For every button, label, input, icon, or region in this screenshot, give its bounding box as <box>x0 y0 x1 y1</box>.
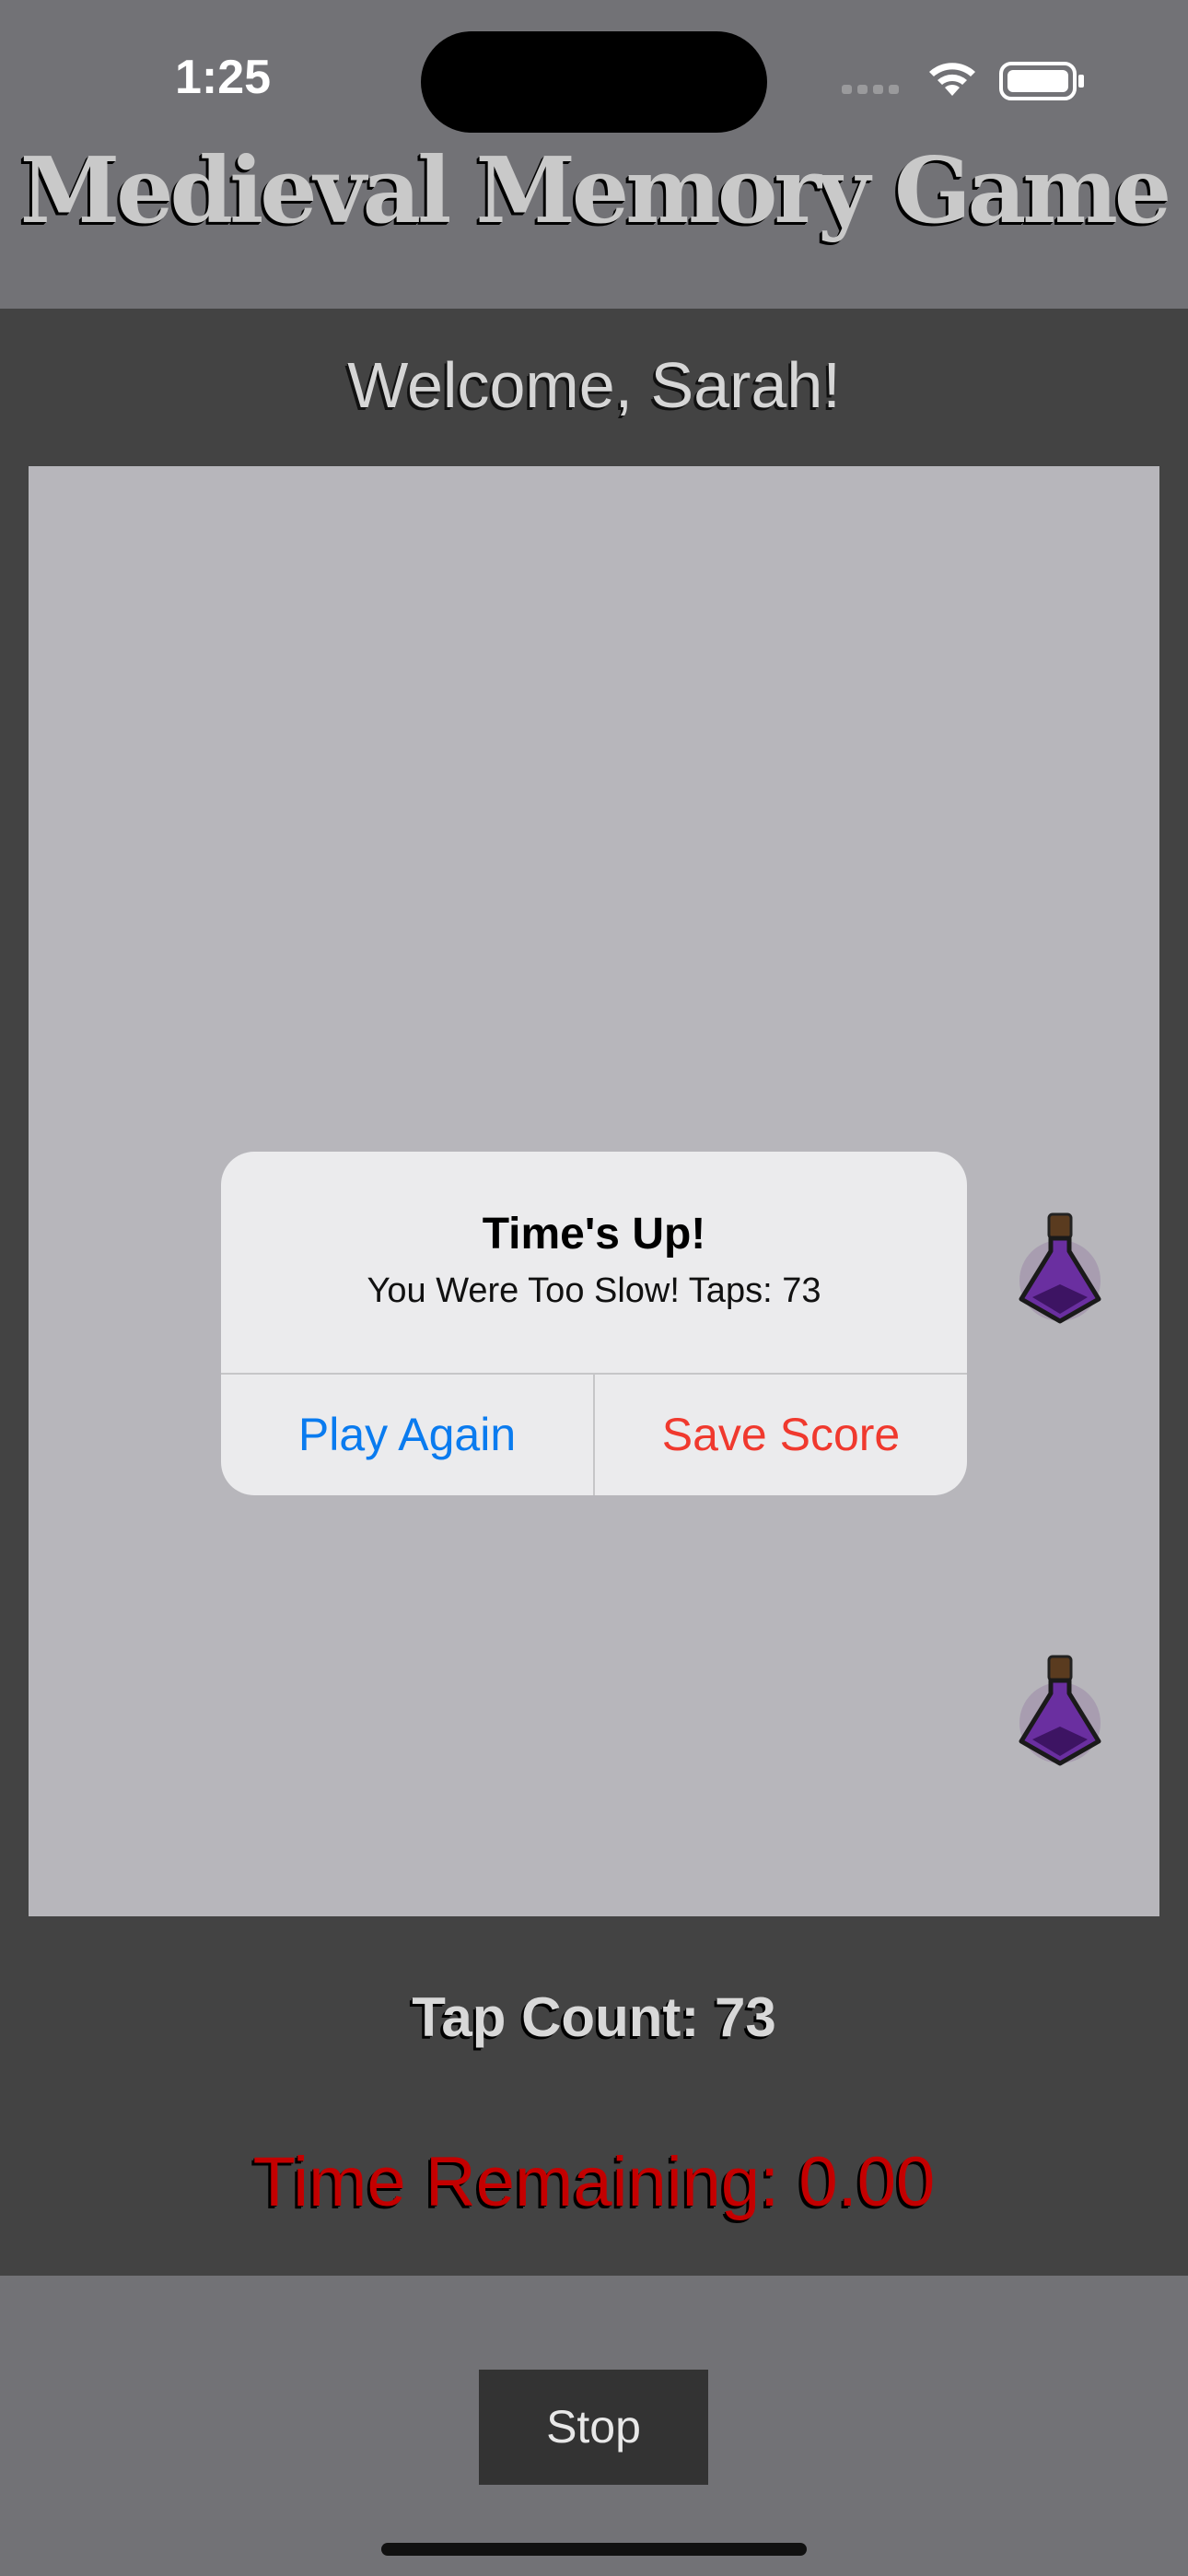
potion-icon[interactable] <box>1014 1207 1106 1327</box>
app-title: Medieval Memory Game <box>19 138 1172 244</box>
welcome-text: Welcome, Sarah! <box>347 349 841 421</box>
wifi-icon <box>929 63 975 96</box>
play-again-button[interactable]: Play Again <box>221 1375 593 1495</box>
dynamic-island <box>421 31 767 133</box>
alert-message: You Were Too Slow! Taps: 73 <box>367 1271 821 1310</box>
header: 1:25 Medieval Memory Game <box>0 0 1188 309</box>
tap-count-label: Tap Count: 73 <box>412 1986 776 2048</box>
home-indicator[interactable] <box>381 2543 807 2556</box>
cellular-signal-icon <box>842 85 899 94</box>
stop-button[interactable]: Stop <box>479 2370 708 2485</box>
potion-icon[interactable] <box>1014 1649 1106 1769</box>
battery-icon <box>999 62 1084 100</box>
time-remaining-label: Time Remaining: 0.00 <box>252 2143 936 2221</box>
times-up-alert: Time's Up! You Were Too Slow! Taps: 73 P… <box>221 1152 967 1495</box>
status-icons <box>842 62 1084 100</box>
alert-title: Time's Up! <box>482 1210 706 1259</box>
status-time: 1:25 <box>175 51 272 104</box>
save-score-button[interactable]: Save Score <box>595 1375 967 1495</box>
